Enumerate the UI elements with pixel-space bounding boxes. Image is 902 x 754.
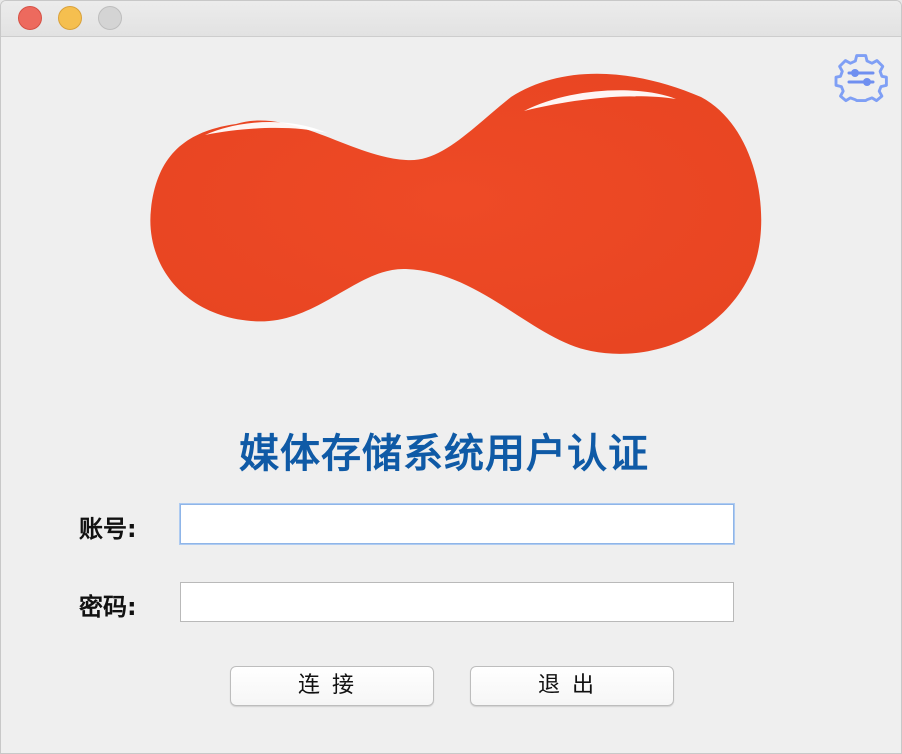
minimize-window-button[interactable] — [58, 6, 82, 30]
account-label: 账号: — [79, 515, 137, 543]
password-label: 密码: — [79, 593, 137, 621]
red-blob-logo-icon — [150, 73, 762, 354]
app-logo — [141, 67, 771, 363]
close-window-button[interactable] — [18, 6, 42, 30]
settings-button[interactable] — [833, 51, 889, 105]
exit-button[interactable]: 退出 — [470, 666, 674, 706]
title-bar — [1, 1, 901, 37]
zoom-window-button[interactable] — [98, 6, 122, 30]
settings-gear-icon — [834, 54, 888, 103]
account-input[interactable] — [180, 504, 734, 544]
connect-button[interactable]: 连接 — [230, 666, 434, 706]
password-input[interactable] — [180, 582, 734, 622]
login-window: 媒体存储系统用户认证 账号: 密码: 连接 退出 — [0, 0, 902, 754]
page-title: 媒体存储系统用户认证 — [239, 431, 649, 477]
